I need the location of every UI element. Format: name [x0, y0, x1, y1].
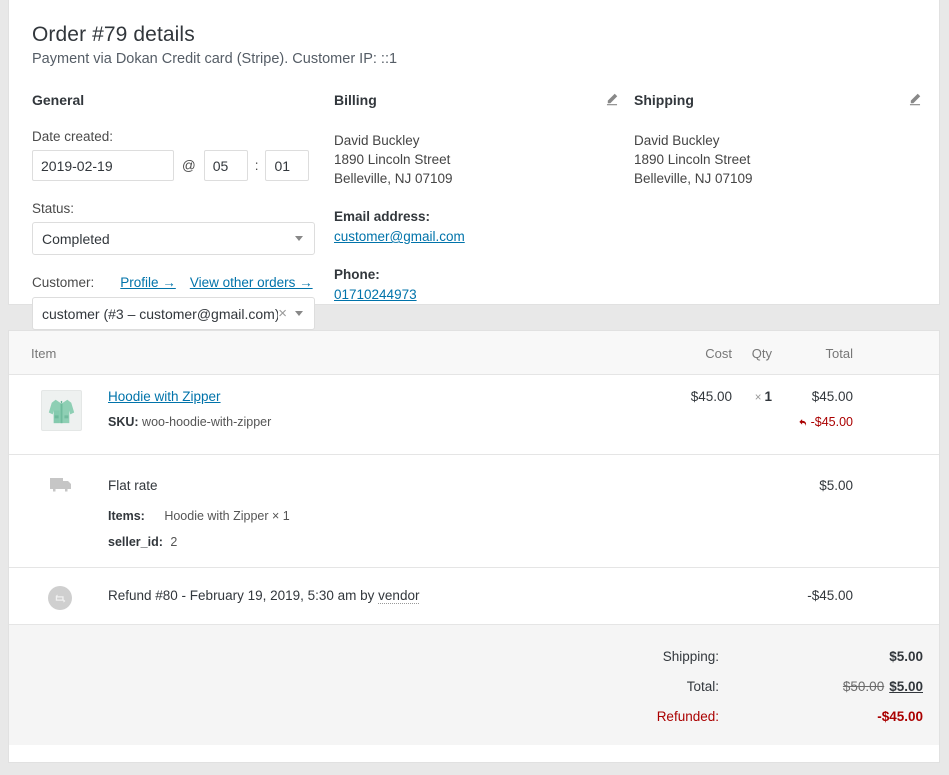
- product-sku-label: SKU:: [108, 415, 139, 429]
- billing-email-value-wrap: customer@gmail.com: [334, 228, 629, 246]
- billing-phone-label: Phone:: [334, 267, 380, 282]
- qty-value: 1: [764, 389, 772, 404]
- totals-total-value: $50.00 $5.00: [739, 679, 923, 694]
- product-sku-value: woo-hoodie-with-zipper: [142, 415, 272, 429]
- totals-refunded-value: -$45.00: [877, 709, 923, 724]
- order-items-panel: Item Cost Qty Total Hoodie with Zipper S…: [8, 330, 940, 763]
- product-name-link[interactable]: Hoodie with Zipper: [108, 389, 221, 404]
- customer-label: Customer:: [32, 275, 95, 290]
- billing-address: David Buckley 1890 Lincoln Street Bellev…: [334, 133, 453, 186]
- shipping-line-total: $5.00: [819, 478, 853, 493]
- product-cost: $45.00: [690, 389, 732, 404]
- clear-icon[interactable]: ×: [278, 306, 287, 321]
- refund-line-total: -$45.00: [807, 588, 853, 603]
- general-column: General Date created: @ : Status: Comple…: [32, 91, 332, 330]
- refund-author-link[interactable]: vendor: [378, 588, 420, 604]
- totals-total-original: $50.00: [842, 679, 885, 694]
- table-row[interactable]: Flat rate Items: Hoodie with Zipper × 1 …: [9, 455, 939, 568]
- product-qty: × 1: [736, 389, 772, 404]
- page-title: Order #79 details: [32, 23, 195, 46]
- refund-icon: [48, 586, 72, 610]
- customer-links-row: Customer: Profile → View other orders →: [32, 275, 332, 290]
- date-created-input[interactable]: [32, 150, 174, 181]
- product-thumbnail: [41, 390, 82, 431]
- date-created-row: @ :: [32, 150, 332, 181]
- truck-icon: [48, 475, 74, 502]
- undo-arrow-icon: [798, 419, 806, 426]
- customer-profile-link[interactable]: Profile →: [120, 275, 176, 290]
- order-payment-subtitle: Payment via Dokan Credit card (Stripe). …: [32, 51, 398, 67]
- refund-description: Refund #80 - February 19, 2019, 5:30 am …: [108, 588, 420, 604]
- totals-refunded-label: Refunded:: [656, 709, 719, 724]
- customer-other-orders-link[interactable]: View other orders →: [190, 275, 313, 290]
- billing-email-link[interactable]: customer@gmail.com: [334, 229, 465, 244]
- chevron-down-icon: [295, 311, 303, 316]
- totals-total-label: Total:: [686, 679, 719, 694]
- minute-input[interactable]: [265, 150, 310, 181]
- product-refunded-amount-wrap: -$45.00: [769, 415, 853, 429]
- customer-select[interactable]: customer (#3 – customer@gmail.com) ×: [32, 297, 315, 330]
- shipping-heading: Shipping: [634, 92, 694, 108]
- date-created-label: Date created:: [32, 129, 114, 144]
- table-row[interactable]: Refund #80 - February 19, 2019, 5:30 am …: [9, 568, 939, 625]
- shipping-address: David Buckley 1890 Lincoln Street Bellev…: [634, 133, 753, 186]
- table-row[interactable]: Hoodie with Zipper SKU: woo-hoodie-with-…: [9, 375, 939, 455]
- shipping-items-value: Hoodie with Zipper × 1: [164, 509, 290, 523]
- status-label: Status:: [32, 201, 75, 216]
- hour-input[interactable]: [203, 150, 248, 181]
- edit-shipping-pencil-icon[interactable]: [908, 92, 922, 106]
- order-totals: Shipping: $5.00 Total: $50.00 $5.00 Refun…: [9, 625, 939, 745]
- qty-multiply-symbol: ×: [754, 392, 762, 404]
- billing-column: Billing David Buckley 1890 Lincoln Stree…: [334, 91, 629, 304]
- product-total: $45.00: [811, 389, 853, 404]
- totals-total-current: $5.00: [889, 679, 923, 694]
- shipping-items-label: Items:: [108, 509, 145, 523]
- column-header-qty: Qty: [751, 346, 772, 361]
- refund-description-text: Refund #80 - February 19, 2019, 5:30 am …: [108, 588, 379, 603]
- totals-shipping-label: Shipping:: [662, 649, 719, 664]
- order-status-value: Completed: [42, 230, 110, 247]
- column-header-total: Total: [825, 346, 853, 361]
- product-sku: SKU: woo-hoodie-with-zipper: [108, 415, 271, 429]
- general-heading: General: [32, 92, 85, 108]
- column-header-item: Item: [31, 346, 57, 361]
- edit-billing-pencil-icon[interactable]: [605, 92, 619, 106]
- chevron-down-icon: [295, 236, 303, 241]
- at-symbol: @: [182, 158, 196, 173]
- billing-phone-link[interactable]: 01710244973: [334, 287, 417, 302]
- shipping-items-meta: Items: Hoodie with Zipper × 1: [108, 509, 290, 523]
- order-status-select[interactable]: Completed: [32, 222, 315, 255]
- items-table-header: Item Cost Qty Total: [9, 331, 939, 375]
- shipping-seller-meta: seller_id: 2: [108, 535, 177, 549]
- billing-email-label: Email address:: [334, 209, 431, 224]
- totals-shipping-value: $5.00: [889, 649, 923, 664]
- time-separator: :: [254, 158, 259, 173]
- shipping-seller-label: seller_id:: [108, 535, 163, 549]
- column-header-cost: Cost: [705, 346, 732, 361]
- product-refunded-amount: -$45.00: [810, 415, 853, 429]
- shipping-seller-value: 2: [170, 535, 178, 549]
- order-details-page: Order #79 details Payment via Dokan Cred…: [0, 0, 949, 775]
- order-data-panel: Order #79 details Payment via Dokan Cred…: [8, 0, 940, 330]
- billing-heading: Billing: [334, 92, 377, 108]
- customer-select-value: customer (#3 – customer@gmail.com): [42, 305, 279, 322]
- shipping-column: Shipping David Buckley 1890 Lincoln Stre…: [634, 91, 934, 188]
- shipping-method-name: Flat rate: [108, 478, 158, 493]
- billing-phone-value-wrap: 01710244973: [334, 286, 629, 304]
